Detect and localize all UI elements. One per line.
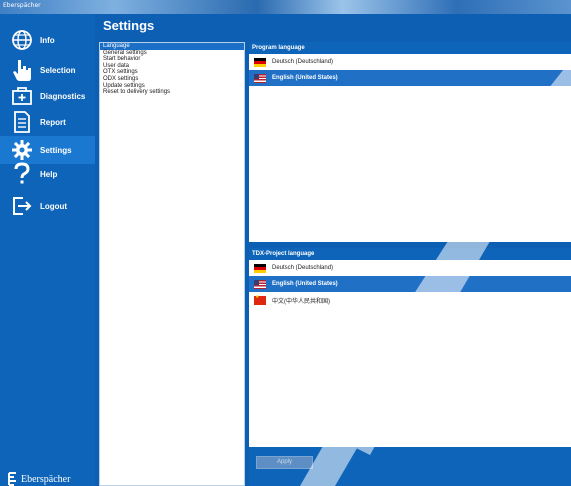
nav-label-info: Info bbox=[40, 35, 55, 45]
nav-item-logout[interactable]: Logout bbox=[0, 192, 95, 220]
settings-item-reset[interactable]: Reset to delivery settings bbox=[100, 89, 244, 96]
language-label: English (United States) bbox=[272, 75, 338, 81]
nav-label-help: Help bbox=[40, 169, 58, 179]
settings-item-start-behavior[interactable]: Start behavior bbox=[100, 56, 244, 63]
nav-label-logout: Logout bbox=[40, 201, 68, 211]
settings-item-user-data[interactable]: User data bbox=[100, 63, 244, 70]
brand-mark-icon bbox=[8, 472, 16, 486]
nav-label-report: Report bbox=[40, 117, 66, 127]
program-language-option-de[interactable]: Deutsch (Deutschland) bbox=[249, 54, 571, 70]
diagnostics-icon bbox=[10, 84, 34, 108]
program-language-option-en[interactable]: English (United States) bbox=[249, 70, 571, 86]
nav-item-help[interactable]: Help bbox=[0, 160, 95, 188]
window-titlebar: Eberspächer bbox=[0, 0, 571, 14]
settings-item-update[interactable]: Update settings bbox=[100, 83, 244, 90]
report-icon bbox=[10, 110, 34, 134]
nav-label-settings: Settings bbox=[40, 145, 72, 155]
nav-item-info[interactable]: Info bbox=[0, 26, 95, 54]
hand-pointer-icon bbox=[10, 58, 34, 82]
logout-icon bbox=[10, 194, 34, 218]
tdx-language-panel: TDX-Project language Deutsch (Deutschlan… bbox=[249, 248, 571, 447]
program-language-panel: Program language Deutsch (Deutschland) E… bbox=[249, 42, 571, 242]
globe-icon bbox=[10, 28, 34, 52]
nav-item-report[interactable]: Report bbox=[0, 108, 95, 136]
tdx-language-header: TDX-Project language bbox=[249, 248, 571, 260]
page-title: Settings bbox=[103, 18, 155, 33]
brand-name: Eberspächer bbox=[21, 473, 71, 485]
nav-item-selection[interactable]: Selection bbox=[0, 56, 95, 84]
tdx-language-option-de[interactable]: Deutsch (Deutschland) bbox=[249, 260, 571, 276]
program-language-header: Program language bbox=[249, 42, 571, 54]
settings-item-language[interactable]: Language bbox=[100, 43, 244, 50]
settings-item-otx[interactable]: OTX settings bbox=[100, 69, 244, 76]
usa-flag-icon bbox=[254, 279, 266, 289]
nav-label-selection: Selection bbox=[40, 65, 76, 75]
usa-flag-icon bbox=[254, 73, 266, 83]
apply-area: Apply bbox=[249, 447, 571, 486]
germany-flag-icon bbox=[254, 263, 266, 273]
settings-item-general[interactable]: General settings bbox=[100, 50, 244, 57]
language-label: Deutsch (Deutschland) bbox=[272, 265, 334, 271]
germany-flag-icon bbox=[254, 57, 266, 67]
tdx-language-option-en[interactable]: English (United States) bbox=[249, 276, 571, 292]
gear-icon bbox=[10, 138, 34, 162]
window-title: Eberspächer bbox=[3, 2, 41, 9]
language-label: English (United States) bbox=[272, 281, 338, 287]
language-label: 中文(中华人民共和国) bbox=[272, 298, 330, 305]
tdx-language-option-zh[interactable]: 中文(中华人民共和国) bbox=[249, 292, 571, 308]
sidebar: Info Selection Diagnostics Report Settin… bbox=[0, 14, 95, 486]
apply-button[interactable]: Apply bbox=[256, 456, 313, 469]
nav-label-diagnostics: Diagnostics bbox=[40, 91, 86, 101]
settings-item-odx[interactable]: ODX settings bbox=[100, 76, 244, 83]
nav-item-diagnostics[interactable]: Diagnostics bbox=[0, 82, 95, 110]
language-label: Deutsch (Deutschland) bbox=[272, 59, 334, 65]
china-flag-icon bbox=[254, 294, 266, 305]
brand-logo: Eberspächer bbox=[8, 472, 70, 486]
question-icon bbox=[10, 162, 34, 186]
settings-category-list: Language General settings Start behavior… bbox=[99, 42, 245, 486]
